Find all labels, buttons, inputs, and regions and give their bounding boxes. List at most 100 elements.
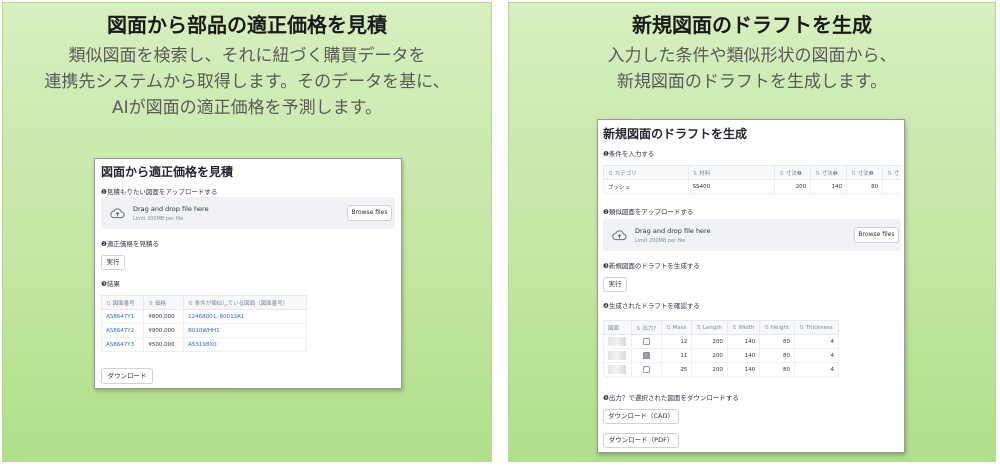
price-cell: ¥800,000 [143, 309, 185, 324]
height-cell: 80 [759, 334, 795, 349]
conditions-table-wrapper: ⇅ カテゴリ ⇅ 材料 ⇅ 寸法❶ ⇅ 寸法❷ ⇅ 寸法❸ ⇅ 寸 ブッシュ SS400 2… [603, 165, 901, 195]
drawing-thumbnail-cell [603, 348, 632, 363]
right-panel-title: 新規図面のドラフトを生成 [632, 13, 872, 37]
column-header[interactable]: ⇅ 材料 [687, 165, 776, 180]
table-row: ブッシュ SS400 200 140 80 [603, 179, 901, 194]
run-button[interactable]: 実行 [603, 277, 627, 292]
upload-instructions: Drag and drop file here [635, 227, 711, 235]
output-checkbox-cell[interactable] [630, 362, 663, 377]
column-header[interactable]: ⇅ 図面番号 [100, 295, 145, 310]
left-panel-description: 類似図面を検索し、それに紐づく購買データを 連携先システムから取得します。そのデ… [13, 43, 481, 121]
upload-instructions: Drag and drop file here [133, 205, 209, 213]
column-header[interactable]: ⇅ 条件が類似している図面（図面番号） [183, 295, 307, 310]
drawing-number-cell[interactable]: AS8647Y2 [100, 323, 145, 338]
table-row: 12 200 140 80 4 [603, 334, 840, 349]
table-row: AS8647Y3 ¥500,000 A53198X0 [100, 337, 307, 352]
price-cell: ¥500,000 [143, 337, 185, 352]
sort-icon: ⇅ [608, 170, 613, 177]
dimension-cell[interactable]: 200 [774, 179, 812, 194]
sort-icon: ⇅ [887, 170, 892, 177]
right-panel: 新規図面のドラフトを生成 入力した条件や類似形状の図面から、 新規図面のドラフト… [508, 2, 996, 462]
price-cell: ¥900,000 [143, 323, 185, 338]
material-cell[interactable]: SS400 [687, 179, 776, 194]
category-cell[interactable]: ブッシュ [603, 179, 689, 194]
table-header-row: 図面 ⇅ 出力? ⇅ Mass ⇅ Length ⇅ Width ⇅ Height ⇅ Th… [603, 320, 840, 335]
step-download-label: ❺出力？で選択された図面をダウンロードする [603, 394, 739, 402]
column-header[interactable]: ⇅ 寸 [882, 165, 901, 180]
column-header[interactable]: ⇅ Height [759, 320, 795, 335]
price-estimate-app: 図面から適正価格を見積 ❶見積もりたい図面をアップロードする Drag and … [94, 158, 402, 389]
width-cell: 140 [726, 348, 761, 363]
drawing-thumbnail-cell [603, 334, 632, 349]
column-header[interactable]: ⇅ Length [691, 320, 728, 335]
checkbox-icon[interactable] [642, 352, 650, 359]
similar-drawings-cell[interactable]: A53198X0 [183, 337, 307, 352]
sort-icon: ⇅ [692, 170, 698, 177]
sort-icon: ⇅ [148, 300, 154, 307]
thickness-cell: 4 [793, 362, 840, 377]
column-header[interactable]: 図面 [603, 320, 632, 335]
dimension-cell[interactable] [882, 179, 901, 194]
checkbox-icon[interactable] [642, 338, 650, 345]
table-header-row: ⇅ カテゴリ ⇅ 材料 ⇅ 寸法❶ ⇅ 寸法❷ ⇅ 寸法❸ ⇅ 寸 [603, 165, 901, 180]
height-cell: 80 [759, 362, 795, 377]
drawing-thumbnail [608, 365, 626, 374]
download-pdf-button[interactable]: ダウンロード（PDF） [603, 433, 679, 448]
length-cell: 200 [691, 362, 728, 377]
mass-cell: 25 [661, 362, 693, 377]
checkbox-icon[interactable] [642, 366, 650, 373]
column-header[interactable]: ⇅ 出力? [630, 320, 663, 335]
sort-icon: ⇅ [815, 170, 820, 177]
dimension-cell[interactable]: 80 [846, 179, 884, 194]
sort-icon: ⇅ [635, 325, 641, 332]
drawing-thumbnail [608, 351, 626, 360]
column-header[interactable]: ⇅ カテゴリ [603, 165, 689, 180]
file-uploader[interactable]: Drag and drop file here Limit 200MB per … [603, 219, 901, 251]
height-cell: 80 [759, 348, 795, 363]
result-table: ⇅ 図面番号 ⇅ 価格 ⇅ 条件が類似している図面（図面番号） AS8647Y1 ¥8… [100, 295, 307, 352]
file-uploader[interactable]: Drag and drop file here Limit 200MB per … [101, 197, 395, 229]
output-checkbox-cell[interactable] [630, 334, 663, 349]
app-title: 新規図面のドラフトを生成 [603, 127, 748, 141]
sort-icon: ⇅ [851, 170, 856, 177]
step-review-label: ❹生成されたドラフトを確認する [603, 302, 700, 310]
draft-generation-app: 新規図面のドラフトを生成 ❶条件を入力する ⇅ カテゴリ ⇅ 材料 ⇅ 寸法❶ ⇅ 寸法… [597, 119, 905, 453]
sort-icon: ⇅ [798, 324, 804, 331]
similar-drawings-cell[interactable]: 12468001, 80013A1 [183, 309, 307, 324]
right-panel-description: 入力した条件や類似形状の図面から、 新規図面のドラフトを生成します。 [519, 43, 985, 95]
download-cad-button[interactable]: ダウンロード（CAD） [603, 409, 679, 424]
left-panel-title: 図面から部品の適正価格を見積 [107, 13, 387, 37]
step-generate-label: ❸新規図面のドラフトを生成する [603, 262, 700, 270]
browse-files-button[interactable]: Browse files [854, 227, 899, 243]
similar-drawings-cell[interactable]: B010WHH1 [183, 323, 307, 338]
mass-cell: 11 [661, 348, 693, 363]
drawing-number-cell[interactable]: AS8647Y1 [100, 309, 145, 324]
upload-limit: Limit 200MB per file [635, 238, 686, 244]
table-row: AS8647Y2 ¥900,000 B010WHH1 [100, 323, 307, 338]
step-upload-label: ❶見積もりたい図面をアップロードする [101, 188, 218, 196]
run-button[interactable]: 実行 [101, 255, 125, 270]
cloud-upload-icon [110, 208, 125, 219]
download-button[interactable]: ダウンロード [101, 368, 153, 384]
upload-limit: Limit 200MB per file [133, 216, 184, 222]
column-header[interactable]: ⇅ Thickness [793, 320, 840, 335]
generated-drafts-table: 図面 ⇅ 出力? ⇅ Mass ⇅ Length ⇅ Width ⇅ Height ⇅ Th… [603, 320, 840, 377]
step-estimate-label: ❷適正価格を見積る [101, 240, 159, 248]
column-header[interactable]: ⇅ 価格 [143, 295, 185, 310]
output-checkbox-cell[interactable] [630, 348, 663, 363]
drawing-thumbnail [608, 337, 626, 346]
browse-files-button[interactable]: Browse files [347, 205, 392, 221]
column-header[interactable]: ⇅ Width [726, 320, 761, 335]
step-result-label: ❸結果 [101, 280, 120, 288]
column-header[interactable]: ⇅ 寸法❸ [846, 165, 884, 180]
sort-icon: ⇅ [106, 300, 111, 307]
dimension-cell[interactable]: 140 [810, 179, 848, 194]
column-header[interactable]: ⇅ Mass [661, 320, 693, 335]
app-title: 図面から適正価格を見積 [101, 165, 234, 179]
step-conditions-label: ❶条件を入力する [603, 150, 655, 158]
column-header[interactable]: ⇅ 寸法❶ [774, 165, 812, 180]
drawing-number-cell[interactable]: AS8647Y3 [100, 337, 145, 352]
column-header[interactable]: ⇅ 寸法❷ [810, 165, 848, 180]
table-row: 11 200 140 80 4 [603, 348, 840, 363]
length-cell: 200 [691, 348, 728, 363]
